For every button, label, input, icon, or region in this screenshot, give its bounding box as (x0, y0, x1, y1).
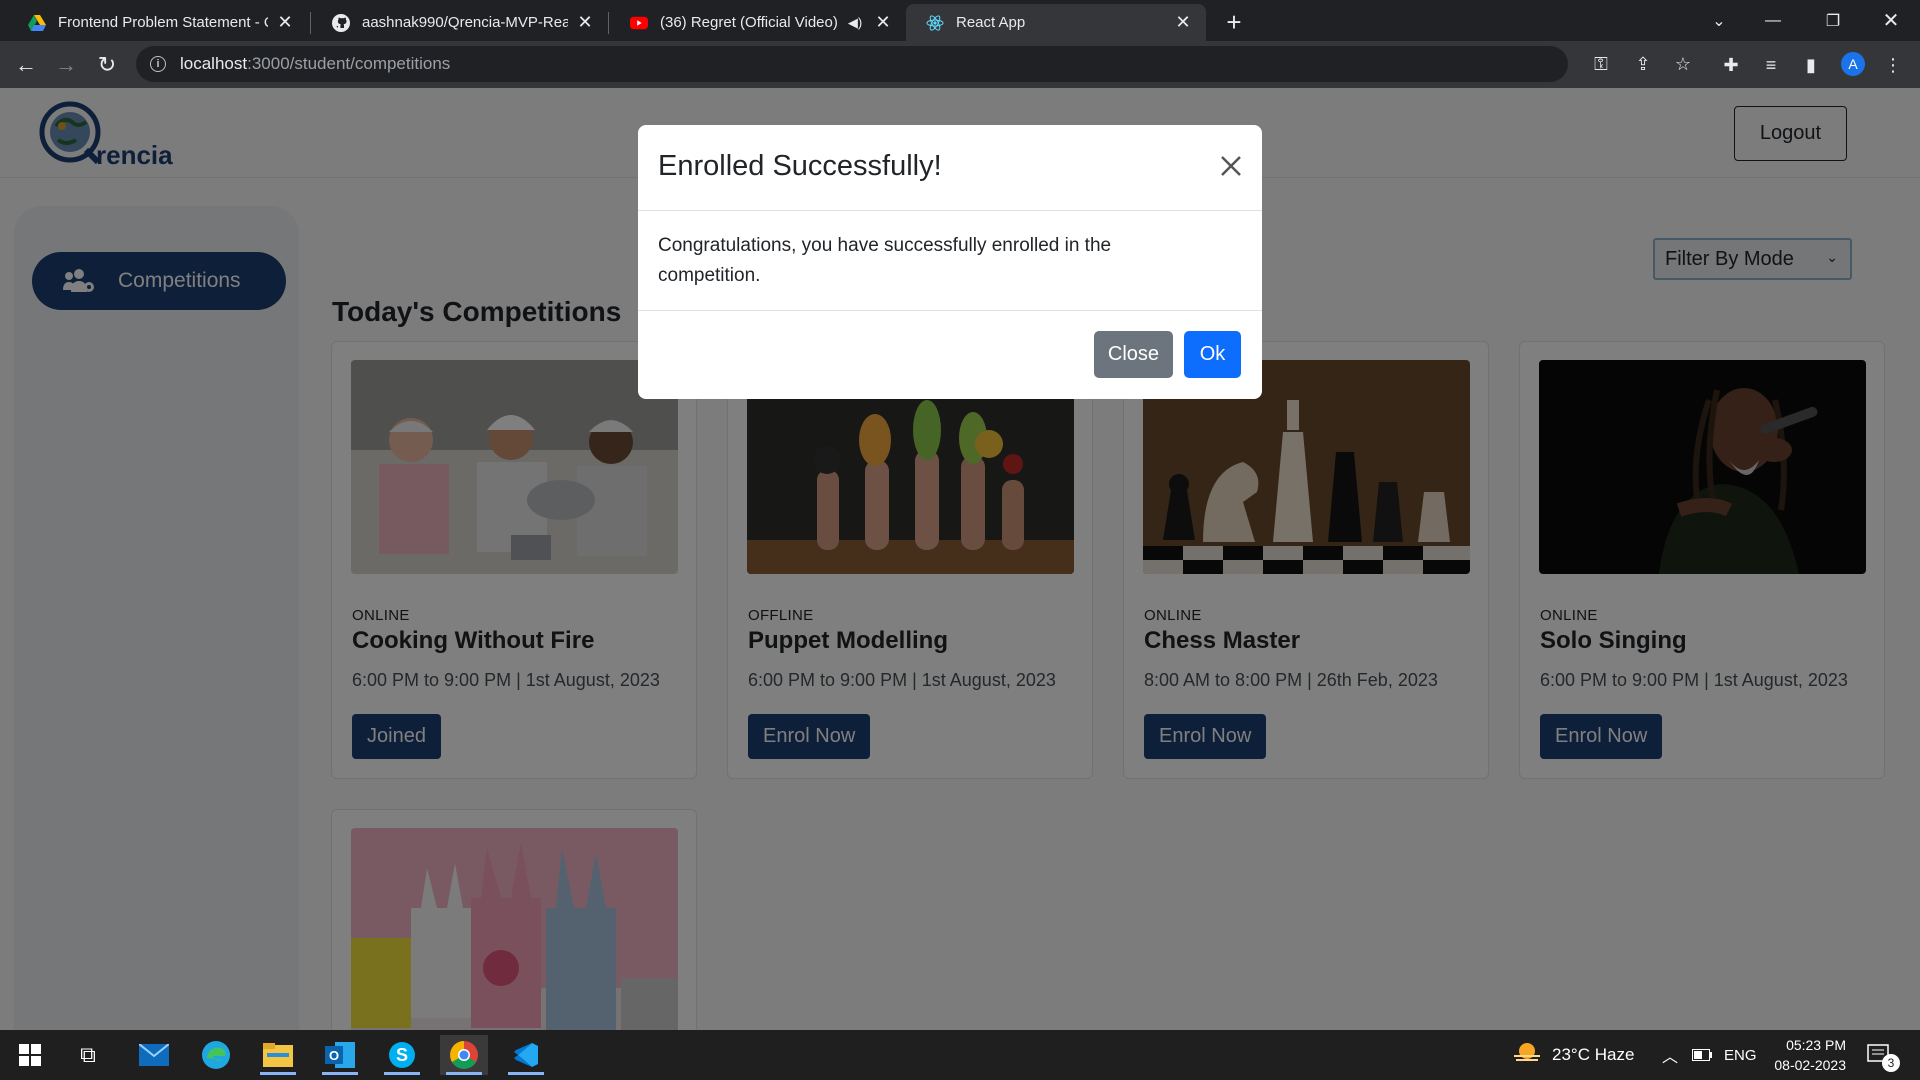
browser-tab-github[interactable]: aashnak990/Qrencia-MVP-React- ✕ (312, 4, 608, 41)
restore-button[interactable]: ❐ (1810, 0, 1856, 41)
mail-icon[interactable] (130, 1035, 178, 1075)
outlook-icon[interactable]: O (316, 1035, 364, 1075)
battery-icon[interactable] (1692, 1030, 1712, 1080)
file-explorer-icon[interactable] (254, 1035, 302, 1075)
svg-text:O: O (329, 1048, 339, 1063)
react-icon (926, 14, 944, 32)
weather-haze-icon (1512, 1041, 1542, 1070)
notification-center-icon[interactable]: 3 (1866, 1030, 1900, 1080)
address-bar[interactable]: i localhost:3000/student/competitions (136, 46, 1568, 82)
enrolled-success-modal: Enrolled Successfully! Congratulations, … (638, 125, 1262, 399)
show-hidden-icons-chevron-icon[interactable]: ︿ (1662, 1030, 1678, 1080)
tab-separator (608, 12, 609, 34)
media-queue-icon[interactable]: ≡ (1758, 52, 1784, 78)
new-tab-button[interactable]: + (1218, 6, 1250, 38)
close-button[interactable]: Close (1094, 331, 1173, 378)
extensions-puzzle-icon[interactable]: ✚ (1718, 52, 1744, 78)
google-drive-icon (28, 14, 46, 32)
active-indicator (446, 1072, 482, 1075)
language-indicator[interactable]: ENG (1724, 1030, 1757, 1080)
clock[interactable]: 05:23 PM 08-02-2023 (1770, 1030, 1846, 1080)
url-host: localhost (180, 54, 248, 73)
profile-avatar[interactable]: A (1841, 52, 1865, 76)
modal-footer: Close Ok (638, 310, 1262, 399)
close-tab-icon[interactable]: ✕ (872, 12, 894, 34)
weather-widget[interactable]: 23°C Haze (1512, 1030, 1634, 1080)
tab-separator (310, 12, 311, 34)
modal-title: Enrolled Successfully! (658, 150, 942, 182)
bookmark-star-icon[interactable]: ☆ (1670, 51, 1696, 77)
windows-start-icon[interactable] (6, 1035, 54, 1075)
active-indicator (384, 1072, 420, 1075)
active-indicator (322, 1072, 358, 1075)
notification-count-badge: 3 (1882, 1054, 1900, 1072)
close-tab-icon[interactable]: ✕ (1172, 12, 1194, 34)
ok-button[interactable]: Ok (1184, 331, 1241, 378)
active-indicator (508, 1072, 544, 1075)
side-panel-icon[interactable]: ▮ (1798, 52, 1824, 78)
browser-toolbar: ← → ↻ i localhost:3000/student/competiti… (0, 41, 1920, 88)
svg-text:S: S (396, 1045, 408, 1065)
skype-icon[interactable]: S (378, 1035, 426, 1075)
mute-tab-icon[interactable]: ◀) (844, 12, 866, 34)
browser-tab-youtube[interactable]: (36) Regret (Official Video) | A ◀) ✕ (610, 4, 906, 41)
active-indicator (260, 1072, 296, 1075)
browser-tab-drive[interactable]: Frontend Problem Statement - Q ✕ (8, 4, 308, 41)
browser-tab-bar: Frontend Problem Statement - Q ✕ aashnak… (0, 0, 1920, 41)
tab-title: aashnak990/Qrencia-MVP-React- (362, 14, 568, 31)
chrome-icon[interactable] (440, 1035, 488, 1075)
github-icon (332, 13, 350, 32)
clock-date: 08-02-2023 (1774, 1057, 1846, 1073)
site-info-icon[interactable]: i (150, 56, 166, 72)
tab-title: React App (956, 14, 1026, 31)
youtube-icon (630, 14, 648, 32)
weather-text: 23°C Haze (1552, 1045, 1635, 1064)
back-arrow-icon[interactable]: ← (8, 47, 44, 83)
forward-arrow-icon[interactable]: → (48, 47, 84, 83)
url-path: :3000/student/competitions (247, 54, 451, 73)
share-icon[interactable]: ⇪ (1630, 51, 1656, 77)
modal-header: Enrolled Successfully! (638, 125, 1262, 211)
browser-tab-react-app[interactable]: React App ✕ (906, 4, 1206, 41)
edge-icon[interactable] (192, 1035, 240, 1075)
close-icon[interactable] (1216, 151, 1246, 181)
tab-title: Frontend Problem Statement - Q (58, 14, 268, 31)
kebab-menu-icon[interactable]: ⋮ (1880, 52, 1906, 78)
tab-search-icon[interactable]: ⌄ (1696, 0, 1742, 41)
minimize-button[interactable]: — (1750, 0, 1796, 41)
task-view-icon[interactable]: ⧉ (64, 1035, 112, 1075)
windows-taskbar: ⧉ O S 23°C Haze ︿ ENG 05:23 PM 08-02-202… (0, 1030, 1920, 1080)
reload-icon[interactable]: ↻ (89, 47, 125, 83)
vscode-icon[interactable] (502, 1035, 550, 1075)
close-tab-icon[interactable]: ✕ (574, 12, 596, 34)
modal-body-text: Congratulations, you have successfully e… (658, 235, 1112, 286)
close-tab-icon[interactable]: ✕ (274, 12, 296, 34)
close-window-button[interactable]: ✕ (1868, 0, 1914, 41)
clock-time: 05:23 PM (1786, 1037, 1846, 1053)
key-icon[interactable]: ⚿ (1588, 51, 1614, 77)
tab-title: (36) Regret (Official Video) | A (660, 14, 838, 31)
